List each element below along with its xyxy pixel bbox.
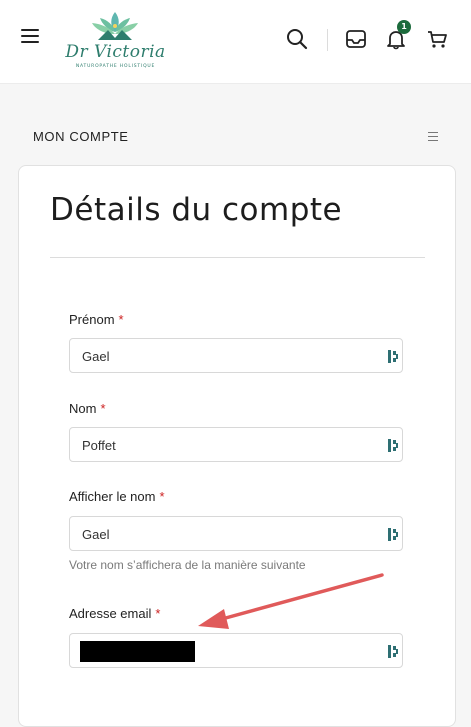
site-logo[interactable]: Dr Victoria NATUROPATHE HOLISTIQUE — [58, 8, 173, 72]
first-name-value: Gael — [82, 349, 110, 364]
required-marker: * — [159, 489, 165, 504]
header-divider — [327, 29, 328, 51]
email-field[interactable] — [69, 633, 403, 668]
site-header: Dr Victoria NATUROPATHE HOLISTIQUE 1 — [0, 0, 471, 84]
first-name-label: Prénom * — [69, 312, 124, 327]
last-name-label-text: Nom — [69, 401, 97, 416]
cart-icon[interactable] — [426, 28, 448, 50]
menu-icon[interactable] — [21, 29, 39, 43]
search-icon[interactable] — [286, 28, 308, 50]
page-title: Détails du compte — [50, 192, 343, 228]
account-menu-icon[interactable] — [428, 132, 438, 141]
section-title: MON COMPTE — [33, 129, 129, 144]
display-name-label-text: Afficher le nom — [69, 489, 156, 504]
required-marker: * — [100, 401, 106, 416]
password-manager-icon[interactable] — [388, 528, 398, 541]
display-name-field[interactable]: Gael — [69, 516, 403, 551]
password-manager-icon[interactable] — [388, 439, 398, 452]
redacted-email — [80, 641, 195, 662]
display-name-value: Gael — [82, 527, 110, 542]
display-name-label: Afficher le nom * — [69, 489, 165, 504]
first-name-field[interactable]: Gael — [69, 338, 403, 373]
inbox-icon[interactable] — [345, 28, 367, 50]
first-name-label-text: Prénom — [69, 312, 115, 327]
account-details-card: Détails du compte Prénom * Gael Nom * Poff… — [18, 165, 456, 727]
last-name-field[interactable]: Poffet — [69, 427, 403, 462]
password-manager-icon[interactable] — [388, 645, 398, 658]
last-name-label: Nom * — [69, 401, 106, 416]
logo-text: Dr Victoria — [65, 42, 166, 62]
notification-badge: 1 — [397, 20, 411, 34]
title-divider — [50, 257, 425, 258]
email-label-text: Adresse email — [69, 606, 152, 621]
required-marker: * — [118, 312, 124, 327]
logo-tagline: NATUROPATHE HOLISTIQUE — [75, 64, 156, 69]
email-label: Adresse email * — [69, 606, 160, 621]
display-name-hint: Votre nom s’affichera de la manière suiv… — [69, 558, 306, 572]
password-manager-icon[interactable] — [388, 350, 398, 363]
last-name-value: Poffet — [82, 438, 116, 453]
required-marker: * — [155, 606, 161, 621]
